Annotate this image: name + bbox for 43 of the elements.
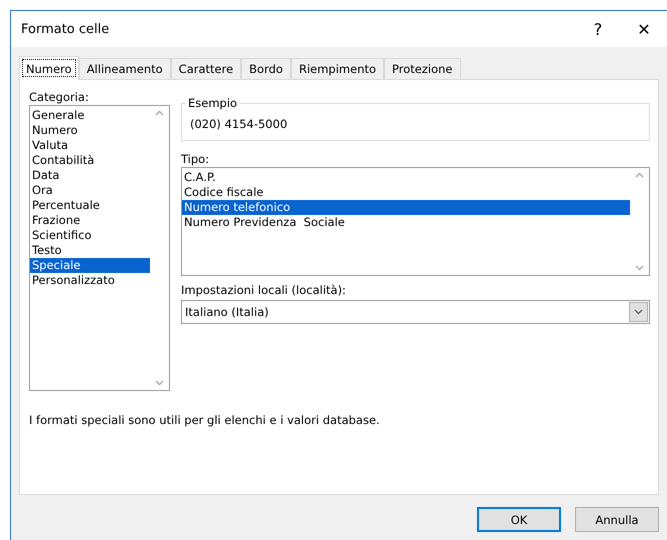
type-label: Tipo: [181,151,210,167]
close-button[interactable]: ✕ [621,11,667,47]
type-list[interactable]: C.A.P. Codice fiscale Numero telefonico Numero Previdenza Sociale [181,167,650,276]
category-item[interactable]: Contabilità [30,153,150,168]
category-item[interactable]: Personalizzato [30,273,150,288]
category-item[interactable]: Ora [30,183,150,198]
category-item[interactable]: Testo [30,243,150,258]
cancel-button[interactable]: Annulla [575,507,659,532]
category-item[interactable]: Scientifico [30,228,150,243]
tab[interactable]: Numero [19,56,79,80]
help-button[interactable]: ? [575,11,621,47]
type-item[interactable]: Numero Previdenza Sociale [182,215,630,230]
category-item[interactable]: Speciale [30,258,150,273]
category-item[interactable]: Frazione [30,213,150,228]
tab[interactable]: Bordo [241,58,291,79]
category-item[interactable]: Data [30,168,150,183]
category-item[interactable]: Numero [30,123,150,138]
scroll-up-icon[interactable] [155,110,164,116]
tab[interactable]: Carattere [170,58,242,79]
type-item[interactable]: C.A.P. [182,170,630,185]
category-list[interactable]: Generale Numero Valuta Contabilità Data Ora Percentuale Frazione Scientifico Testo Speciale Personalizzato [29,105,170,391]
type-item[interactable]: Numero telefonico [182,200,630,215]
dropdown-button[interactable] [629,302,648,322]
category-item[interactable]: Valuta [30,138,150,153]
scroll-down-icon[interactable] [155,380,164,386]
category-label: Categoria: [29,89,90,105]
locale-dropdown[interactable]: Italiano (Italia) [181,300,650,324]
sample-label: Esempio [186,96,240,110]
description-text: I formati speciali sono utili per gli elenchi e i valori database. [29,413,381,427]
locale-value: Italiano (Italia) [185,305,270,319]
scroll-down-icon[interactable] [635,265,644,271]
category-item[interactable]: Percentuale [30,198,150,213]
sample-value: (020) 4154-5000 [190,117,288,131]
type-item[interactable]: Codice fiscale [182,185,630,200]
category-item[interactable]: Generale [30,108,150,123]
ok-button[interactable]: OK [477,507,561,532]
tab[interactable]: Allineamento [78,58,171,79]
tab[interactable]: Riempimento [290,58,384,79]
window-title: Formato celle [21,22,110,36]
locale-label: Impostazioni locali (località): [181,282,347,298]
scroll-up-icon[interactable] [635,172,644,178]
chevron-down-icon [634,309,643,315]
tab[interactable]: Protezione [384,58,461,79]
